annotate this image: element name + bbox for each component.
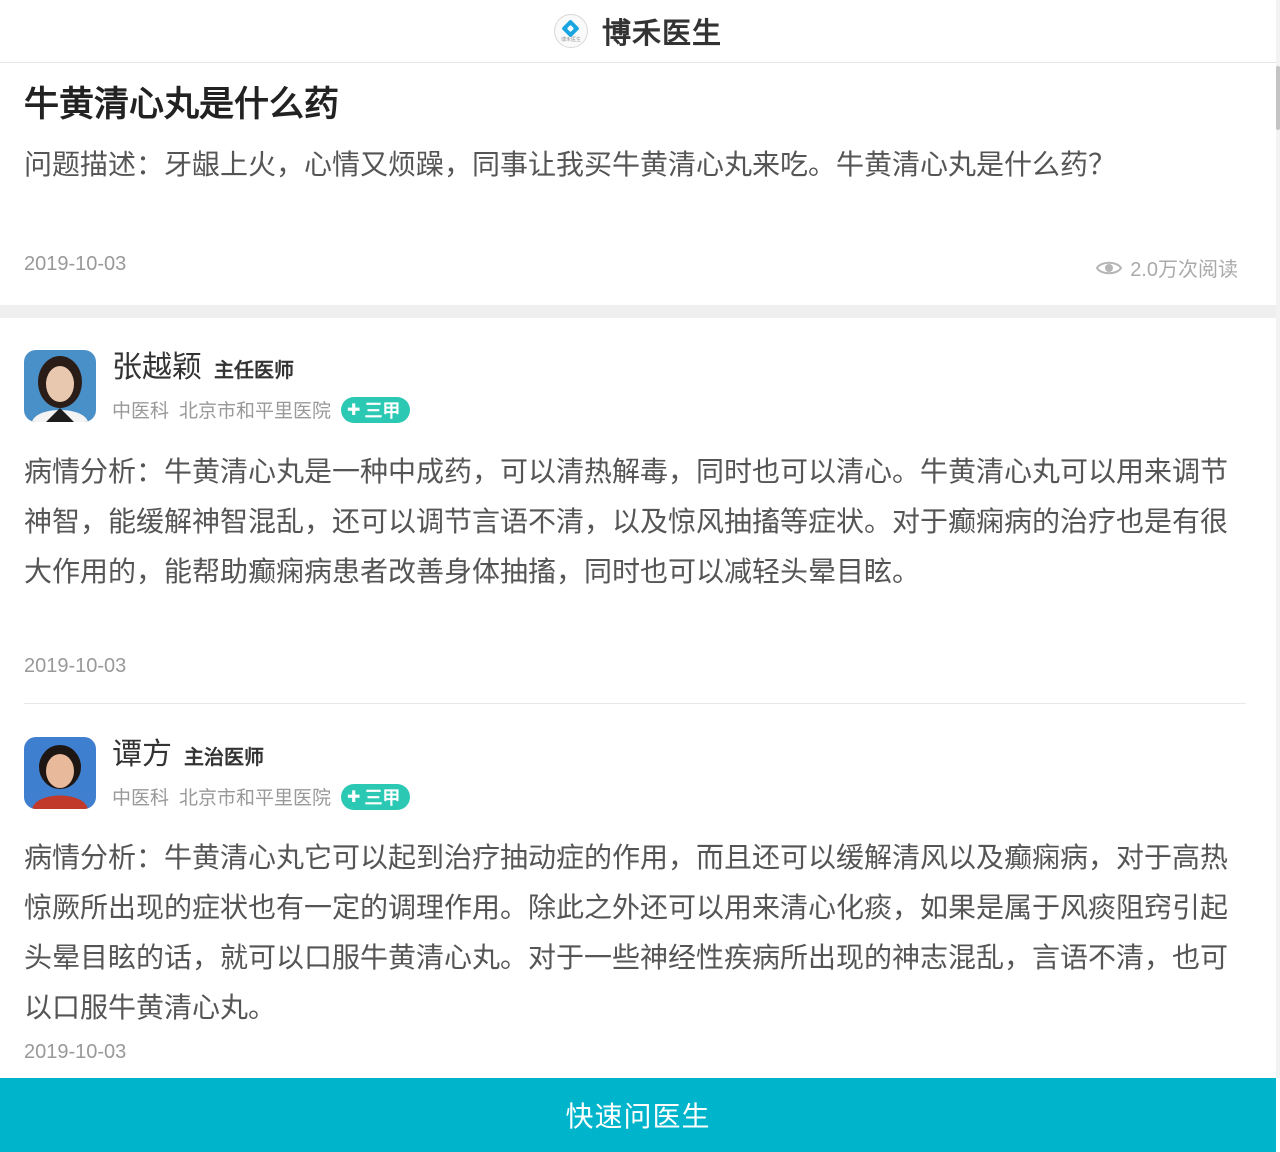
- hospital: 北京市和平里医院: [179, 787, 332, 809]
- eye-icon: [1096, 261, 1123, 274]
- doctor-name-row: 谭方 主治医师: [112, 737, 264, 775]
- plus-icon: ✚: [347, 400, 361, 419]
- doctor-name[interactable]: 谭方: [112, 737, 172, 773]
- hospital: 北京市和平里医院: [179, 400, 332, 422]
- view-count: 2.0万次阅读: [1096, 253, 1238, 282]
- quick-ask-doctor-button[interactable]: 快速问医生: [0, 1078, 1276, 1152]
- brand-logo-icon[interactable]: 博禾医生: [553, 14, 588, 48]
- question-title: 牛黄清心丸是什么药: [24, 84, 340, 125]
- section-divider: [0, 305, 1276, 318]
- answer-date: 2019-10-03: [24, 1041, 127, 1063]
- doctor-meta: 中医科 北京市和平里医院 ✚ 三甲: [112, 396, 411, 423]
- plus-icon: ✚: [347, 787, 361, 806]
- brand-name[interactable]: 博禾医生: [602, 10, 722, 52]
- view-count-label: 2.0万次阅读: [1130, 259, 1238, 281]
- hospital-grade-badge: ✚ 三甲: [341, 783, 411, 810]
- badge-label: 三甲: [364, 787, 401, 809]
- doctor-title: 主任医师: [214, 358, 294, 382]
- doctor-avatar[interactable]: [24, 737, 96, 809]
- answer-date: 2019-10-03: [24, 655, 127, 677]
- department: 中医科: [112, 400, 170, 422]
- analysis-text: 病情分析：牛黄清心丸它可以起到治疗抽动症的作用，而且还可以缓解清风以及癫痫病，对…: [24, 841, 1229, 1024]
- hospital-grade-badge: ✚ 三甲: [341, 396, 411, 423]
- scrollbar[interactable]: [1276, 0, 1280, 1078]
- badge-label: 三甲: [364, 400, 401, 422]
- doctor-name[interactable]: 张越颖: [112, 350, 202, 386]
- doctor-avatar-icon: [24, 737, 96, 809]
- question-description: 问题描述：牙龈上火，心情又烦躁，同事让我买牛黄清心丸来吃。牛黄清心丸是什么药？: [24, 148, 1117, 181]
- doctor-title: 主治医师: [184, 745, 264, 769]
- doctor-name-row: 张越颖 主任医师: [112, 350, 294, 388]
- top-bar: 博禾医生 博禾医生: [0, 0, 1276, 63]
- department: 中医科: [112, 787, 170, 809]
- answer-separator: [24, 703, 1246, 704]
- doctor-meta: 中医科 北京市和平里医院 ✚ 三甲: [112, 783, 411, 810]
- doctor-avatar-icon: [24, 350, 96, 422]
- doctor-avatar[interactable]: [24, 350, 96, 422]
- question-date: 2019-10-03: [24, 253, 127, 275]
- scrollbar-thumb[interactable]: [1276, 66, 1280, 130]
- analysis-text: 病情分析：牛黄清心丸是一种中成药，可以清热解毒，同时也可以清心。牛黄清心丸可以用…: [24, 455, 1229, 588]
- logo-caption: 博禾医生: [560, 36, 581, 43]
